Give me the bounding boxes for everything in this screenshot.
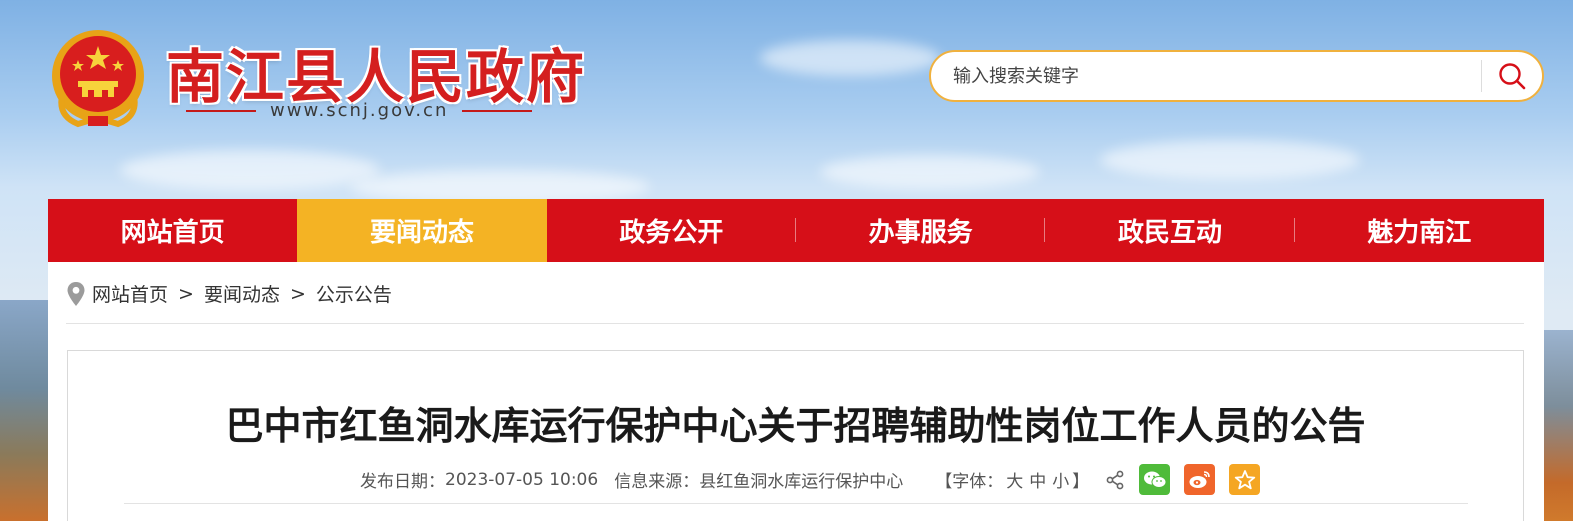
site-url: www.scnj.gov.cn xyxy=(270,100,449,121)
nav-item-interaction[interactable]: 政民互动 xyxy=(1045,199,1295,262)
nav-item-government-affairs[interactable]: 政务公开 xyxy=(547,199,796,262)
nav-item-label: 网站首页 xyxy=(120,218,225,248)
url-decoration-line xyxy=(186,109,256,112)
font-size-small-button[interactable]: 小 xyxy=(1052,472,1069,492)
nav-item-charm-nanjiang[interactable]: 魅力南江 xyxy=(1295,199,1544,262)
share-wechat-button[interactable] xyxy=(1139,464,1171,495)
share-weibo-button[interactable] xyxy=(1184,464,1216,495)
divider xyxy=(124,503,1468,504)
mountain-decoration-right xyxy=(1543,330,1573,521)
article-card: 巴中市红鱼洞水库运行保护中心关于招聘辅助性岗位工作人员的公告 发布日期： 202… xyxy=(67,350,1524,521)
nav-item-label: 办事服务 xyxy=(868,218,973,248)
source-label: 信息来源： xyxy=(614,472,700,492)
nav-item-label: 政民互动 xyxy=(1117,218,1222,248)
wechat-icon xyxy=(1143,471,1167,488)
publish-date: 2023-07-05 10:06 xyxy=(445,469,599,490)
publish-date-label: 发布日期： xyxy=(360,472,445,492)
content-panel: 网站首页 > 要闻动态 > 公示公告 巴中市红鱼洞水库运行保护中心关于招聘辅助性… xyxy=(48,262,1544,521)
nav-item-services[interactable]: 办事服务 xyxy=(796,199,1046,262)
nav-item-home[interactable]: 网站首页 xyxy=(48,199,297,262)
location-pin-icon xyxy=(67,281,85,306)
weibo-icon xyxy=(1189,470,1210,488)
url-decoration-line xyxy=(462,109,533,112)
article-meta: 发布日期： 2023-07-05 10:06 信息来源： 县红鱼洞水库运行保护中… xyxy=(360,464,1261,495)
breadcrumb-link-home[interactable]: 网站首页 xyxy=(92,280,168,307)
breadcrumb-link-news[interactable]: 要闻动态 xyxy=(204,280,280,307)
font-size-control: 【字体：大中小】 xyxy=(935,467,1089,492)
article-title: 巴中市红鱼洞水库运行保护中心关于招聘辅助性岗位工作人员的公告 xyxy=(225,404,1366,448)
nav-item-label: 要闻动态 xyxy=(369,218,474,248)
nav-item-label: 魅力南江 xyxy=(1367,218,1472,248)
main-nav: 网站首页 要闻动态 政务公开 办事服务 政民互动 魅力南江 xyxy=(48,199,1544,262)
mountain-decoration-left xyxy=(0,300,52,521)
divider xyxy=(66,323,1524,324)
star-icon xyxy=(1234,469,1255,489)
nav-item-news[interactable]: 要闻动态 xyxy=(297,199,547,262)
source-value: 县红鱼洞水库运行保护中心 xyxy=(699,472,904,492)
cloud xyxy=(820,155,1040,189)
cloud xyxy=(120,150,380,190)
font-size-medium-button[interactable]: 中 xyxy=(1029,472,1046,492)
font-size-large-button[interactable]: 大 xyxy=(1006,472,1023,492)
cloud xyxy=(1100,140,1360,180)
favorite-button[interactable] xyxy=(1229,464,1261,495)
font-size-label: 【字体： xyxy=(935,472,1004,492)
search-button[interactable] xyxy=(1482,52,1542,100)
search-input[interactable] xyxy=(931,52,1481,100)
breadcrumb-separator: > xyxy=(178,282,194,305)
cloud xyxy=(760,40,940,76)
national-emblem-logo xyxy=(48,26,148,130)
font-size-close-bracket: 】 xyxy=(1072,472,1090,492)
nav-item-label: 政务公开 xyxy=(619,218,724,248)
share-icon xyxy=(1105,470,1125,490)
search-box xyxy=(929,50,1544,102)
breadcrumb-separator: > xyxy=(289,282,306,305)
search-icon xyxy=(1499,63,1526,90)
site-url-row: www.scnj.gov.cn xyxy=(186,100,533,121)
breadcrumb-link-notices[interactable]: 公示公告 xyxy=(316,280,392,307)
breadcrumb: 网站首页 > 要闻动态 > 公示公告 xyxy=(66,280,392,307)
